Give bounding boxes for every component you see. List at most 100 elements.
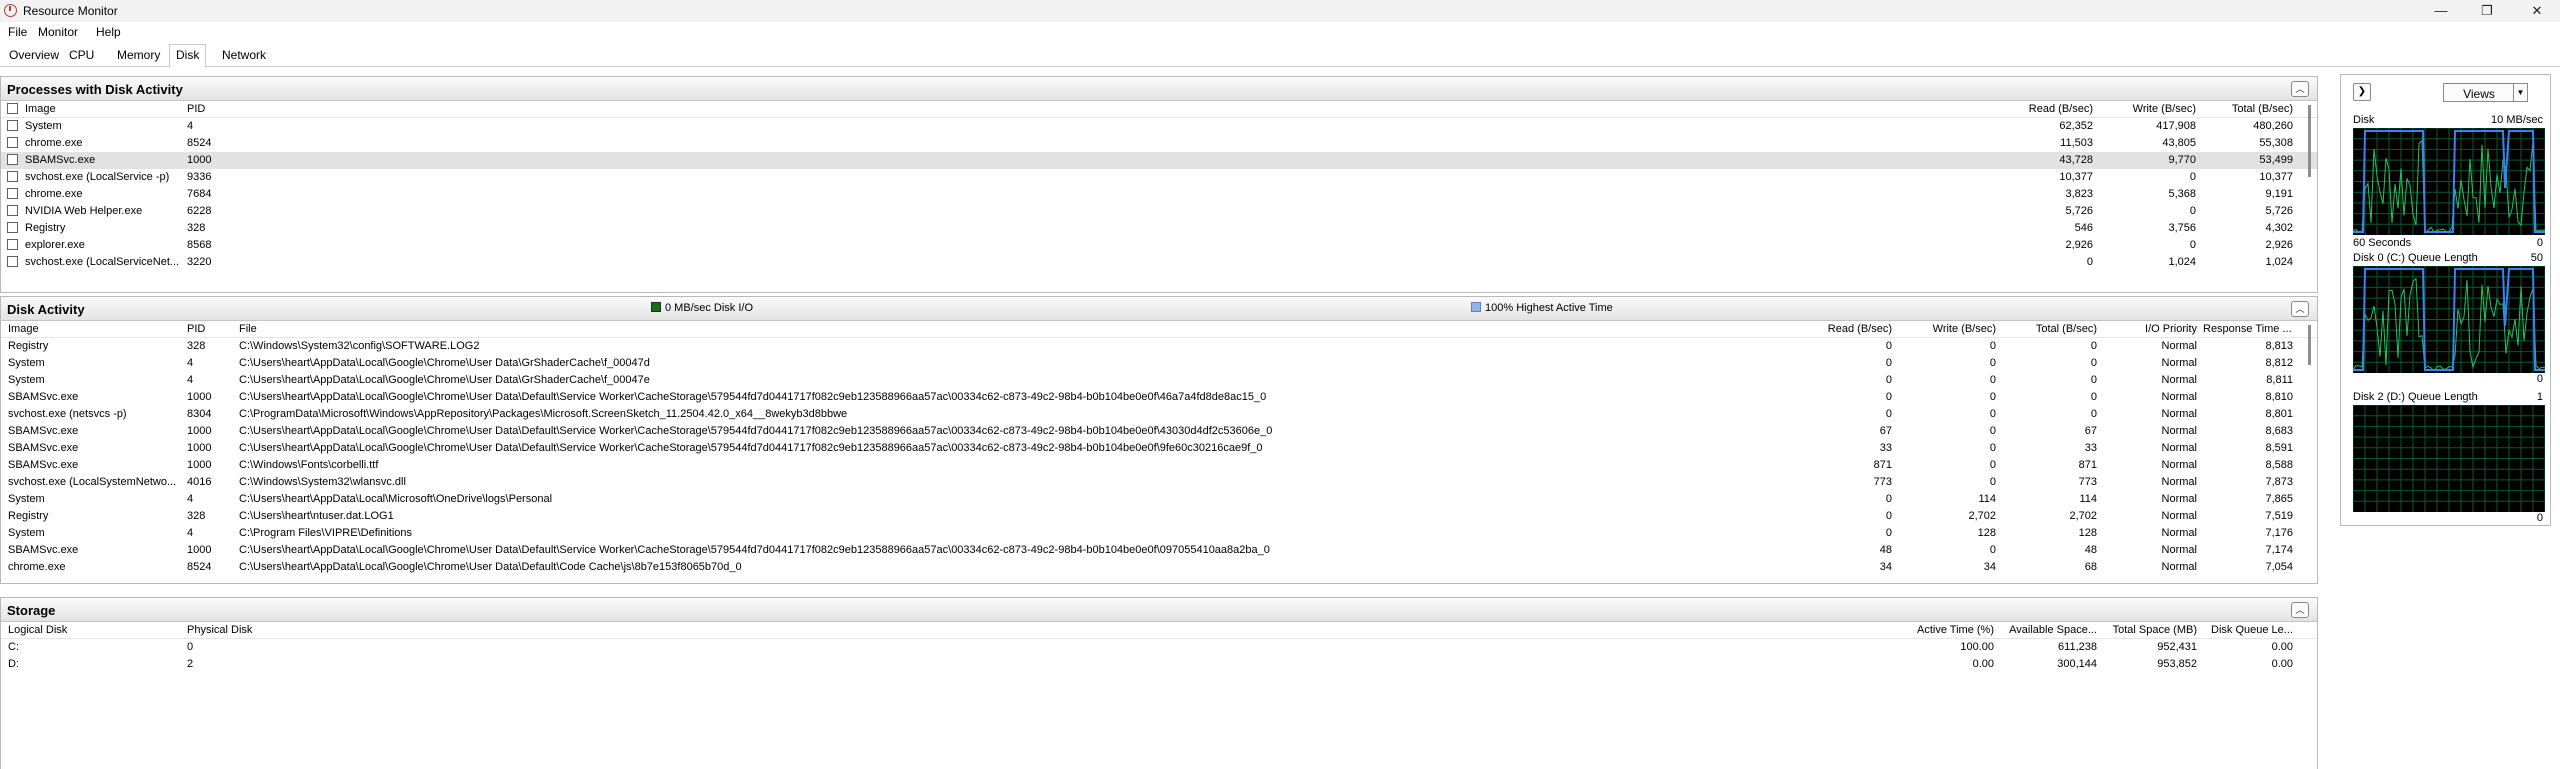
column-header-image[interactable]: Image: [8, 323, 39, 335]
activity-io-priority: Normal: [2161, 374, 2197, 386]
activity-total: 0: [2090, 374, 2097, 386]
column-header-total-space[interactable]: Total Space (MB): [2101, 624, 2197, 636]
table-row[interactable]: explorer.exe 8568 2,926 0 2,926: [1, 237, 2317, 254]
table-row[interactable]: svchost.exe (netsvcs -p) 8304 C:\ProgramDa…: [1, 406, 2317, 423]
disk-activity-panel-header[interactable]: Disk Activity 0 MB/sec Disk I/O 100% Hig…: [1, 297, 2317, 321]
table-row[interactable]: SBAMSvc.exe 1000 C:\Users\heart\AppData\Lo…: [1, 389, 2317, 406]
select-all-checkbox[interactable]: [7, 103, 18, 114]
minimize-button[interactable]: —: [2418, 0, 2464, 22]
menu-file[interactable]: File: [8, 25, 27, 39]
column-header-read[interactable]: Read (B/sec): [1801, 323, 1892, 335]
process-checkbox[interactable]: [7, 188, 18, 199]
activity-file: C:\Users\heart\ntuser.dat.LOG1: [239, 510, 394, 522]
column-header-response-time[interactable]: Response Time ...: [2203, 323, 2295, 335]
disk2-queue-graph-plot: [2353, 405, 2545, 512]
activity-total: 0: [2090, 391, 2097, 403]
table-row[interactable]: C: 0 100.00 611,238 952,431 0.00: [1, 639, 2317, 656]
disk-activity-scrollbar[interactable]: [2308, 325, 2311, 365]
table-row[interactable]: System 4 C:\Users\heart\AppData\Local\Goog…: [1, 372, 2317, 389]
activity-pid: 328: [187, 340, 206, 352]
processes-scrollbar[interactable]: [2308, 105, 2311, 177]
disk0-queue-graph-min: 0: [2536, 373, 2543, 385]
column-header-pid[interactable]: PID: [187, 323, 205, 335]
column-header-available-space[interactable]: Available Space...: [1999, 624, 2097, 636]
process-checkbox[interactable]: [7, 171, 18, 182]
table-row[interactable]: svchost.exe (LocalSystemNetwo... 4016 C:\W…: [1, 474, 2317, 491]
process-checkbox[interactable]: [7, 222, 18, 233]
tab-cpu[interactable]: CPU: [69, 48, 94, 62]
tab-overview[interactable]: Overview: [9, 48, 59, 62]
column-header-write[interactable]: Write (B/sec): [2096, 103, 2196, 115]
activity-read: 0: [1885, 510, 1892, 522]
process-read: 3,823: [2065, 188, 2093, 200]
activity-pid: 4: [187, 493, 194, 505]
table-row[interactable]: SBAMSvc.exe 1000 43,728 9,770 53,499: [1, 152, 2317, 169]
table-row[interactable]: Registry 328 C:\Users\heart\ntuser.dat.LOG…: [1, 508, 2317, 525]
process-checkbox[interactable]: [7, 239, 18, 250]
table-row[interactable]: chrome.exe 8524 11,503 43,805 55,308: [1, 135, 2317, 152]
activity-write: 114: [1978, 493, 1996, 505]
disk-graph: [2353, 128, 2545, 235]
table-row[interactable]: SBAMSvc.exe 1000 C:\Windows\Fonts\corbelli…: [1, 457, 2317, 474]
activity-read: 0: [1885, 357, 1892, 369]
close-button[interactable]: ✕: [2514, 0, 2560, 22]
table-row[interactable]: System 4 C:\Users\heart\AppData\Local\Micr…: [1, 491, 2317, 508]
processes-table: Image PID Read (B/sec) Write (B/sec) Tot…: [1, 101, 2317, 271]
process-checkbox[interactable]: [7, 137, 18, 148]
tab-network[interactable]: Network: [222, 48, 266, 62]
caret-down-icon: ▼: [2513, 84, 2527, 101]
views-dropdown[interactable]: Views ▼: [2443, 83, 2528, 102]
table-row[interactable]: System 4 C:\Program Files\VIPRE\Definition…: [1, 525, 2317, 542]
chevron-up-icon[interactable]: ︿: [2291, 81, 2309, 97]
column-header-image[interactable]: Image: [25, 103, 56, 115]
table-row[interactable]: System 4 C:\Users\heart\AppData\Local\Goog…: [1, 355, 2317, 372]
column-header-io-priority[interactable]: I/O Priority: [2101, 323, 2197, 335]
table-row[interactable]: System 4 62,352 417,908 480,260: [1, 118, 2317, 135]
column-header-logical-disk[interactable]: Logical Disk: [8, 624, 67, 636]
column-header-total[interactable]: Total (B/sec): [1999, 323, 2097, 335]
chevron-right-icon[interactable]: ❯: [2353, 83, 2371, 101]
process-write: 0: [2189, 239, 2196, 251]
activity-file: C:\Users\heart\AppData\Local\Google\Chro…: [239, 442, 1263, 454]
maximize-button[interactable]: ❐: [2464, 0, 2510, 22]
table-row[interactable]: SBAMSvc.exe 1000 C:\Users\heart\AppData\Lo…: [1, 440, 2317, 457]
storage-panel-header[interactable]: Storage ︿: [1, 598, 2317, 622]
chevron-up-icon[interactable]: ︿: [2291, 301, 2309, 317]
table-row[interactable]: SBAMSvc.exe 1000 C:\Users\heart\AppData\Lo…: [1, 423, 2317, 440]
table-row[interactable]: Registry 328 546 3,756 4,302: [1, 220, 2317, 237]
tab-memory[interactable]: Memory: [117, 48, 160, 62]
process-checkbox[interactable]: [7, 256, 18, 267]
column-header-physical-disk[interactable]: Physical Disk: [187, 624, 252, 636]
window-title: Resource Monitor: [23, 4, 118, 18]
column-header-disk-queue-length[interactable]: Disk Queue Le...: [2211, 624, 2297, 636]
table-row[interactable]: D: 2 0.00 300,144 953,852 0.00: [1, 656, 2317, 673]
column-header-total[interactable]: Total (B/sec): [2201, 103, 2293, 115]
table-row[interactable]: svchost.exe (LocalService -p) 9336 10,377 0…: [1, 169, 2317, 186]
activity-io-priority: Normal: [2161, 476, 2197, 488]
tab-disk[interactable]: Disk: [169, 44, 207, 67]
activity-pid: 4: [187, 357, 194, 369]
process-total: 480,260: [2253, 120, 2293, 132]
column-header-read[interactable]: Read (B/sec): [1973, 103, 2093, 115]
table-row[interactable]: chrome.exe 7684 3,823 5,368 9,191: [1, 186, 2317, 203]
column-header-file[interactable]: File: [239, 323, 257, 335]
table-row[interactable]: Registry 328 C:\Windows\System32\config\SO…: [1, 338, 2317, 355]
column-header-active-time[interactable]: Active Time (%): [1896, 624, 1994, 636]
table-row[interactable]: SBAMSvc.exe 1000 C:\Users\heart\AppData\Lo…: [1, 542, 2317, 559]
process-checkbox[interactable]: [7, 120, 18, 131]
process-total: 1,024: [2265, 256, 2293, 268]
menu-help[interactable]: Help: [96, 25, 121, 39]
table-row[interactable]: NVIDIA Web Helper.exe 6228 5,726 0 5,726: [1, 203, 2317, 220]
chevron-up-icon[interactable]: ︿: [2291, 602, 2309, 618]
processes-panel-header[interactable]: Processes with Disk Activity ︿: [1, 77, 2317, 101]
storage-disk-queue-length: 0.00: [2271, 641, 2293, 653]
process-read: 10,377: [2059, 171, 2093, 183]
process-checkbox[interactable]: [7, 154, 18, 165]
process-checkbox[interactable]: [7, 205, 18, 216]
table-row[interactable]: svchost.exe (LocalServiceNet... 3220 0 1,02…: [1, 254, 2317, 271]
activity-io-priority: Normal: [2161, 544, 2197, 556]
column-header-write[interactable]: Write (B/sec): [1896, 323, 1996, 335]
table-row[interactable]: chrome.exe 8524 C:\Users\heart\AppData\Loc…: [1, 559, 2317, 576]
menu-monitor[interactable]: Monitor: [38, 25, 78, 39]
column-header-pid[interactable]: PID: [187, 103, 205, 115]
